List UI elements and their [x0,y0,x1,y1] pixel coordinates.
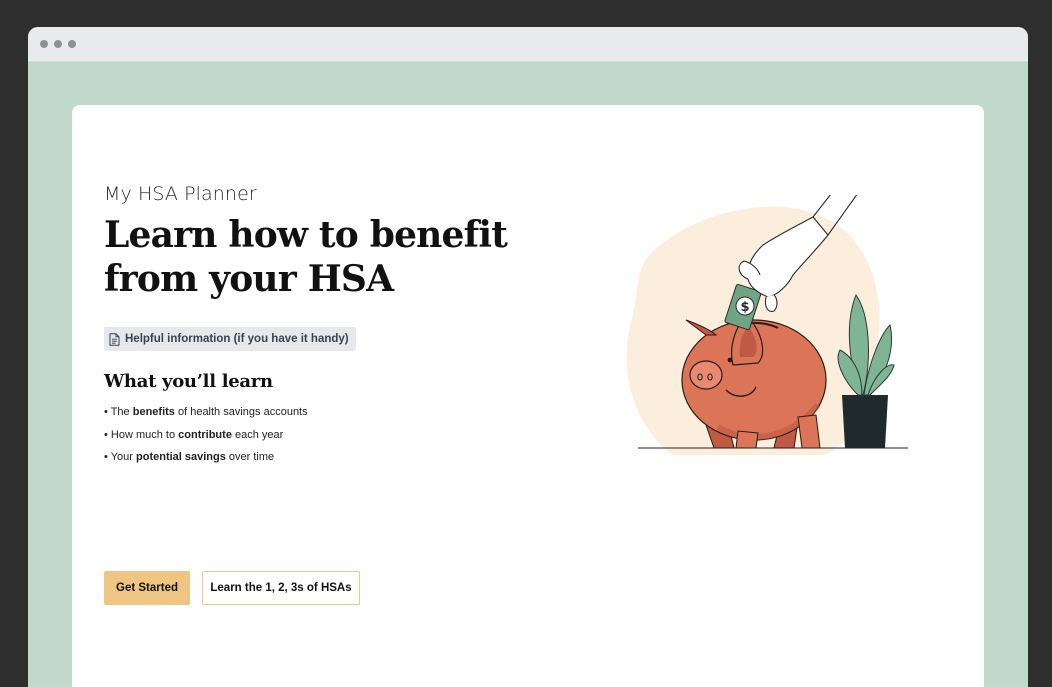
window-dot-icon [68,40,76,48]
window-dot-icon [40,40,48,48]
browser-titlebar [28,27,1028,62]
window-dot-icon [54,40,62,48]
learn-list: • The benefits of health savings account… [104,404,308,472]
list-item: • How much to contribute each year [104,428,284,441]
page-title: Learn how to benefit from your HSA [104,214,508,300]
list-item: • Your potential savings over time [104,451,275,463]
pig-snout [689,360,723,390]
helpful-info-label: Helpful information (if you have it hand… [125,333,349,345]
svg-text:$: $ [740,300,749,315]
plant-pot-icon [842,395,888,448]
learn-hsa-basics-button[interactable]: Learn the 1, 2, 3s of HSAs [202,571,360,605]
get-started-button[interactable]: Get Started [104,571,190,605]
browser-window: My HSA Planner Learn how to benefit from… [28,27,1028,687]
learn-heading: What you’ll learn [104,371,273,392]
piggy-bank-illustration: $ [588,184,908,485]
app-subtitle: My HSA Planner [104,183,257,205]
document-icon [109,332,120,346]
list-item: • The benefits of health savings account… [104,406,308,418]
helpful-info-chip[interactable]: Helpful information (if you have it hand… [104,327,356,351]
